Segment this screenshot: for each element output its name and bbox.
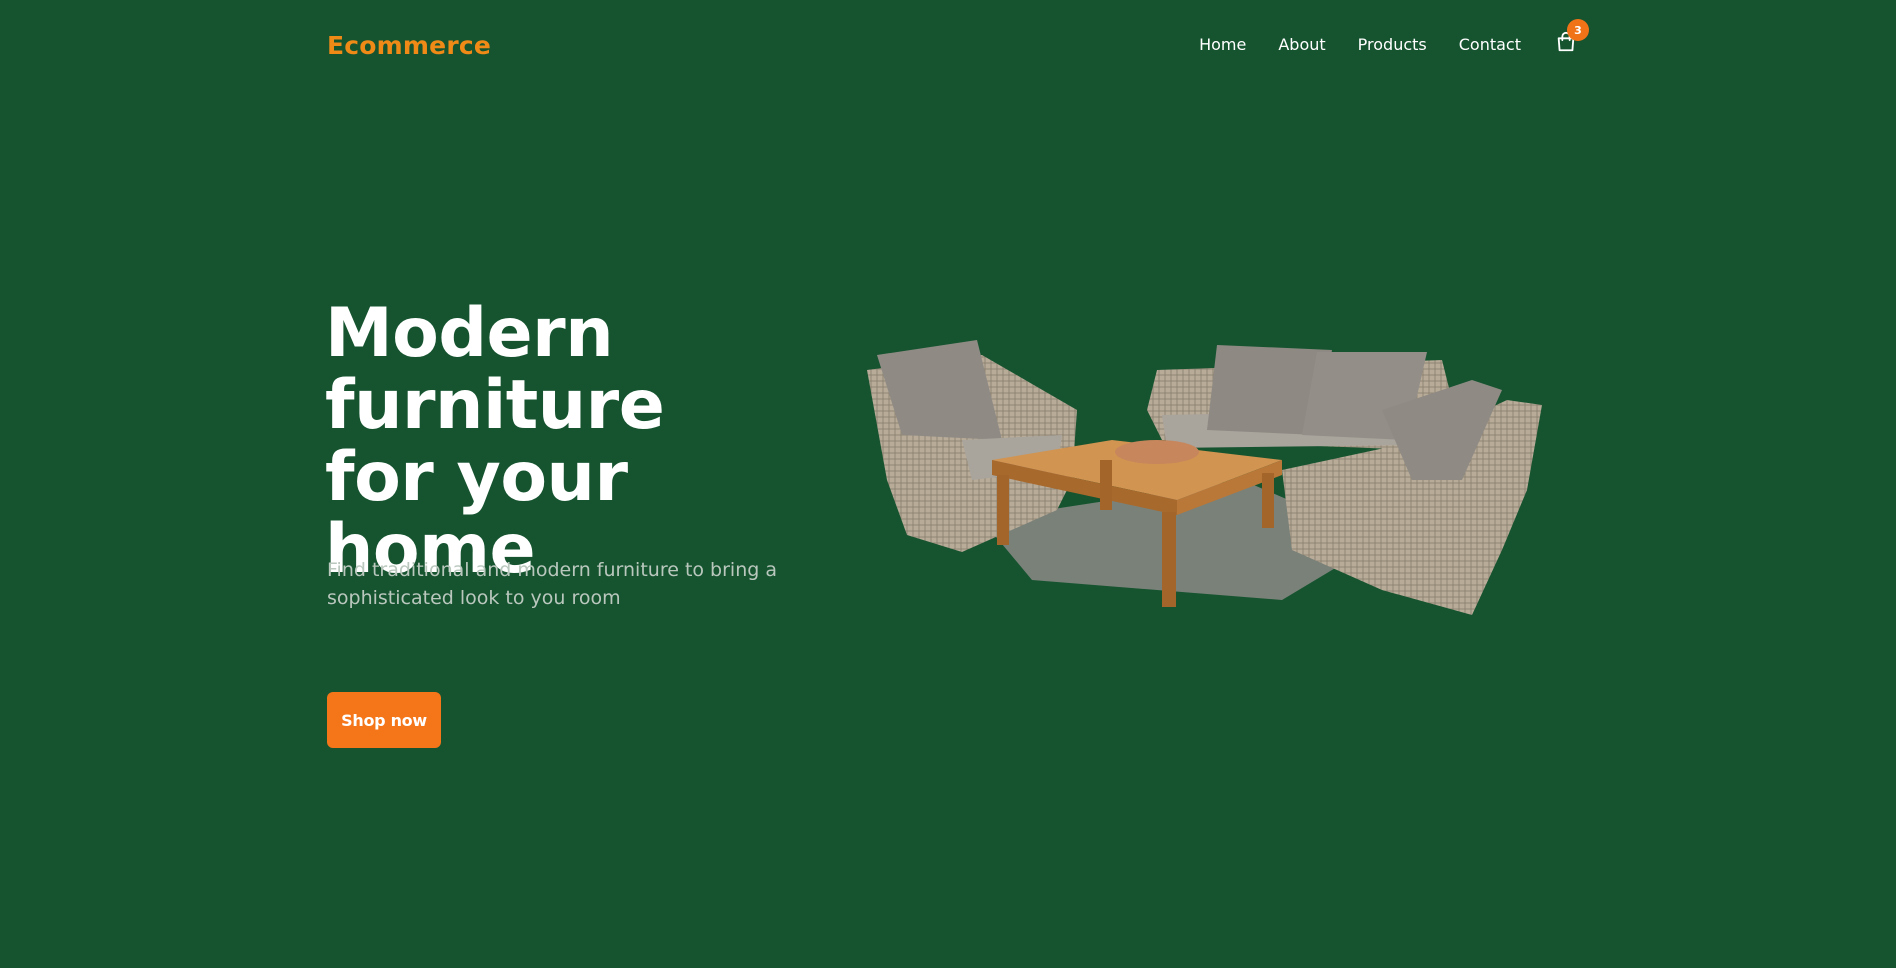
hero-subtitle: Find traditional and modern furniture to… xyxy=(327,559,777,609)
shop-now-button[interactable]: Shop now xyxy=(327,692,441,748)
patio-furniture-set-image xyxy=(867,340,1542,615)
brand-logo[interactable]: Ecommerce xyxy=(327,31,491,60)
main-nav: Home About Products Contact 3 xyxy=(1167,19,1589,55)
hero-title: Modern furniture for your home xyxy=(325,294,665,589)
nav-about[interactable]: About xyxy=(1278,35,1325,54)
nav-contact[interactable]: Contact xyxy=(1459,35,1521,54)
nav-products[interactable]: Products xyxy=(1358,35,1427,54)
cart-button[interactable]: 3 xyxy=(1555,19,1589,53)
nav-home[interactable]: Home xyxy=(1199,35,1246,54)
cart-count-badge: 3 xyxy=(1567,19,1589,41)
